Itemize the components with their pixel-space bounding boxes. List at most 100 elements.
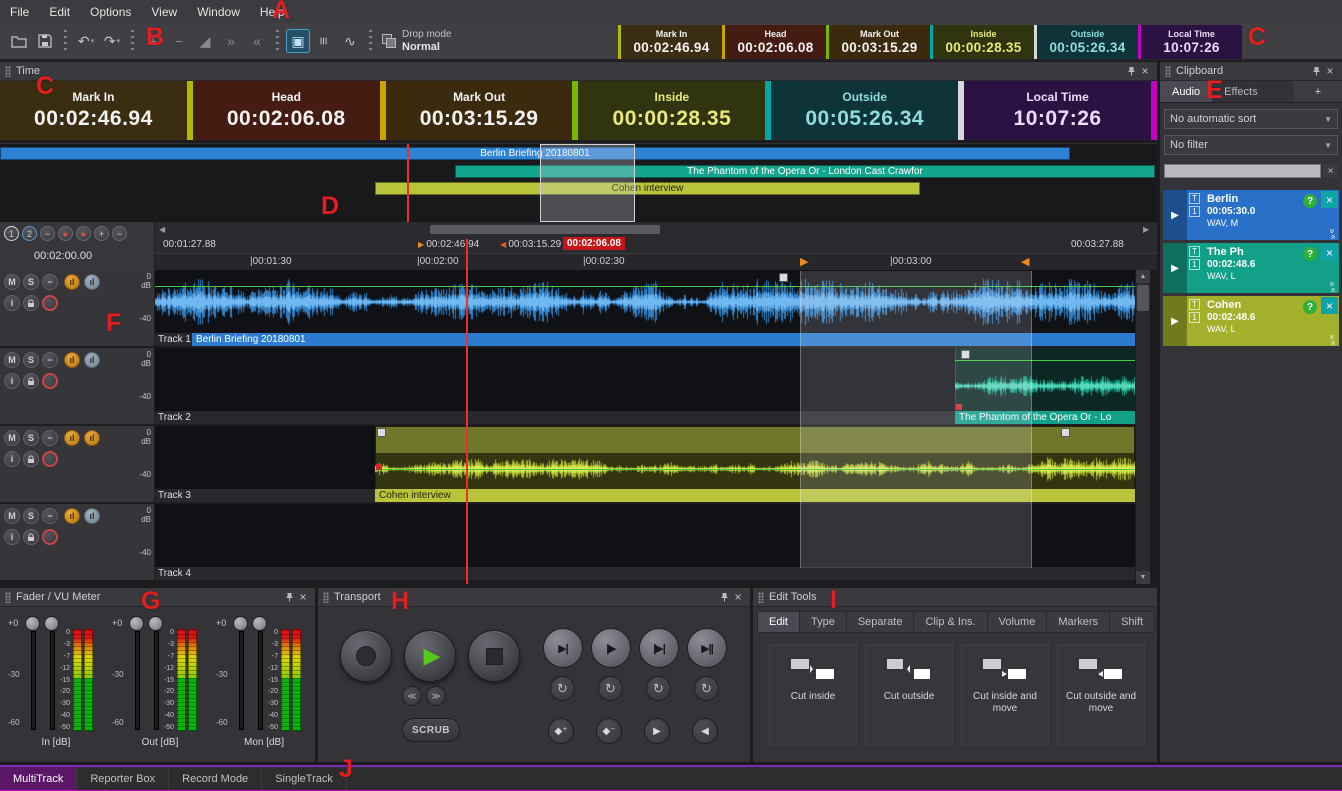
loop-button[interactable]: ↻ — [646, 676, 671, 701]
record-marker-button[interactable]: ● — [76, 226, 91, 241]
tab-record-mode[interactable]: Record Mode — [169, 767, 262, 790]
mark-in-display[interactable]: Mark In00:02:46.94 — [0, 81, 187, 140]
play-item-button[interactable]: ▶ — [1163, 190, 1187, 240]
panel-grip[interactable] — [758, 592, 764, 603]
solo-button[interactable]: S — [23, 274, 39, 290]
tab-edit[interactable]: Edit — [757, 611, 800, 633]
clip-marker[interactable] — [377, 428, 386, 437]
monitor-off-button[interactable]: − — [42, 430, 58, 446]
shift-right-icon[interactable]: » — [219, 29, 243, 53]
loop-button[interactable]: ↻ — [598, 676, 623, 701]
menu-item-edit[interactable]: Edit — [39, 3, 80, 21]
monitor-icon[interactable]: ▣ — [286, 29, 310, 53]
expand-item-control[interactable]: »» — [1330, 228, 1335, 240]
tab-type[interactable]: Type — [800, 611, 847, 633]
play-from-start-button[interactable]: |▶ — [591, 628, 631, 668]
toolbar-head-display[interactable]: Head00:02:06.08 — [725, 25, 826, 59]
track-name[interactable]: Track 3 — [155, 489, 195, 502]
record-marker-button[interactable]: ● — [58, 226, 73, 241]
play-pause-button[interactable]: ▶|| — [687, 628, 727, 668]
tab-reporter-box[interactable]: Reporter Box — [77, 767, 169, 790]
open-folder-icon[interactable] — [7, 29, 31, 53]
lock-icon[interactable] — [23, 295, 39, 311]
panel-grip[interactable] — [323, 592, 329, 603]
next-marker-button[interactable]: ▶ — [644, 718, 670, 744]
solo-button[interactable]: S — [23, 430, 39, 446]
mute-button[interactable]: M — [4, 352, 20, 368]
panel-grip[interactable] — [5, 66, 11, 77]
vertical-scrollbar-thumb[interactable] — [1137, 285, 1149, 311]
clipboard-item-body[interactable]: T 1 Berlin 00:05:30.0 WAV, M ? × »» — [1187, 190, 1339, 240]
volume-knob[interactable]: ıl — [64, 274, 80, 290]
mark-out-display[interactable]: Mark Out00:03:15.29 — [386, 81, 573, 140]
monitor-off-button[interactable]: − — [42, 352, 58, 368]
close-icon[interactable]: × — [731, 590, 745, 604]
fader-knob[interactable] — [233, 616, 248, 631]
cut-inside-and-move-button[interactable]: Cut inside and move — [961, 644, 1049, 746]
tab-separate[interactable]: Separate — [847, 611, 915, 633]
help-badge[interactable]: ? — [1303, 300, 1317, 314]
horizontal-scrollbar-thumb[interactable] — [430, 225, 660, 234]
cut-outside-button[interactable]: Cut outside — [865, 644, 953, 746]
clipboard-item[interactable]: ▶ T 1 Cohen 00:02:48.6 WAV, L ? × »» — [1163, 296, 1339, 346]
tab-shift[interactable]: Shift — [1110, 611, 1155, 633]
play-button[interactable]: ▶ — [404, 630, 456, 682]
track-name[interactable]: Track 2 — [155, 411, 195, 424]
close-icon[interactable]: × — [1138, 64, 1152, 78]
info-button[interactable]: i — [4, 373, 20, 389]
zoom-in-button[interactable]: + — [94, 226, 109, 241]
undo-icon[interactable]: ↶▾ — [74, 29, 98, 53]
clipboard-item[interactable]: ▶ T 1 Berlin 00:05:30.0 WAV, M ? × »» — [1163, 190, 1339, 240]
inside-display[interactable]: Inside00:00:28.35 — [578, 81, 765, 140]
pin-icon[interactable] — [282, 590, 296, 604]
record-arm-button[interactable] — [42, 295, 58, 311]
monitor-off-button[interactable]: − — [42, 274, 58, 290]
play-to-end-button[interactable]: ▶| — [543, 628, 583, 668]
local-time-display[interactable]: Local Time10:07:26 — [964, 81, 1151, 140]
tab-multitrack[interactable]: MultiTrack — [0, 767, 77, 790]
play-item-button[interactable]: ▶ — [1163, 296, 1187, 346]
close-icon[interactable]: × — [296, 590, 310, 604]
fader-track[interactable] — [239, 631, 244, 730]
play-range-button[interactable]: |▶| — [639, 628, 679, 668]
grid-1-button[interactable]: 1 — [4, 226, 19, 241]
fader-knob[interactable] — [25, 616, 40, 631]
clip-marker[interactable] — [779, 273, 788, 282]
mark-in-triangle-icon[interactable]: ▶ — [800, 255, 808, 268]
panel-grip[interactable] — [5, 592, 11, 603]
tab-singletrack[interactable]: SingleTrack — [262, 767, 347, 790]
time-selection-overlay[interactable] — [800, 271, 1032, 568]
lock-icon[interactable] — [23, 373, 39, 389]
remove-item-button[interactable]: × — [1321, 191, 1338, 208]
volume-knob[interactable]: ıl — [64, 430, 80, 446]
drop-mode-control[interactable]: Drop modeNormal — [382, 29, 451, 53]
waveform-editor-icon[interactable]: ∿ — [338, 29, 362, 53]
info-button[interactable]: i — [4, 451, 20, 467]
toolbar-outside-display[interactable]: Outside00:05:26.34 — [1037, 25, 1138, 59]
mute-button[interactable]: M — [4, 430, 20, 446]
shift-left-icon[interactable]: « — [245, 29, 269, 53]
clipboard-item-body[interactable]: T 1 Cohen 00:02:48.6 WAV, L ? × »» — [1187, 296, 1339, 346]
track-scrollbar[interactable]: ▲ ▼ — [1135, 270, 1150, 584]
cut-inside-button[interactable]: Cut inside — [769, 644, 857, 746]
remove-object-icon[interactable]: − — [167, 29, 191, 53]
loop-button[interactable]: ↻ — [550, 676, 575, 701]
clear-search-icon[interactable]: × — [1323, 164, 1338, 178]
expand-item-control[interactable]: »» — [1330, 281, 1335, 293]
playhead-cursor[interactable] — [466, 239, 468, 584]
scrub-button[interactable]: SCRUB — [402, 718, 460, 742]
ruler-tick-row[interactable]: |00:01:30 |00:02:00 |00:02:30 |00:03:00 … — [155, 253, 1157, 270]
tab-audio[interactable]: Audio — [1160, 81, 1212, 102]
sort-dropdown[interactable]: No automatic sort▼ — [1164, 109, 1338, 129]
remove-item-button[interactable]: × — [1321, 297, 1338, 314]
loop-button[interactable]: ↻ — [694, 676, 719, 701]
pin-icon[interactable] — [717, 590, 731, 604]
grid-2-button[interactable]: 2 — [22, 226, 37, 241]
scroll-left-icon[interactable]: ◀ — [159, 225, 165, 234]
scroll-down-icon[interactable]: ▼ — [1136, 571, 1150, 584]
overview-viewport-rect[interactable] — [540, 144, 635, 222]
redo-icon[interactable]: ↷▾ — [100, 29, 124, 53]
scroll-right-icon[interactable]: ▶ — [1143, 225, 1149, 234]
zoom-out-button[interactable]: − — [112, 226, 127, 241]
lock-icon[interactable] — [23, 529, 39, 545]
